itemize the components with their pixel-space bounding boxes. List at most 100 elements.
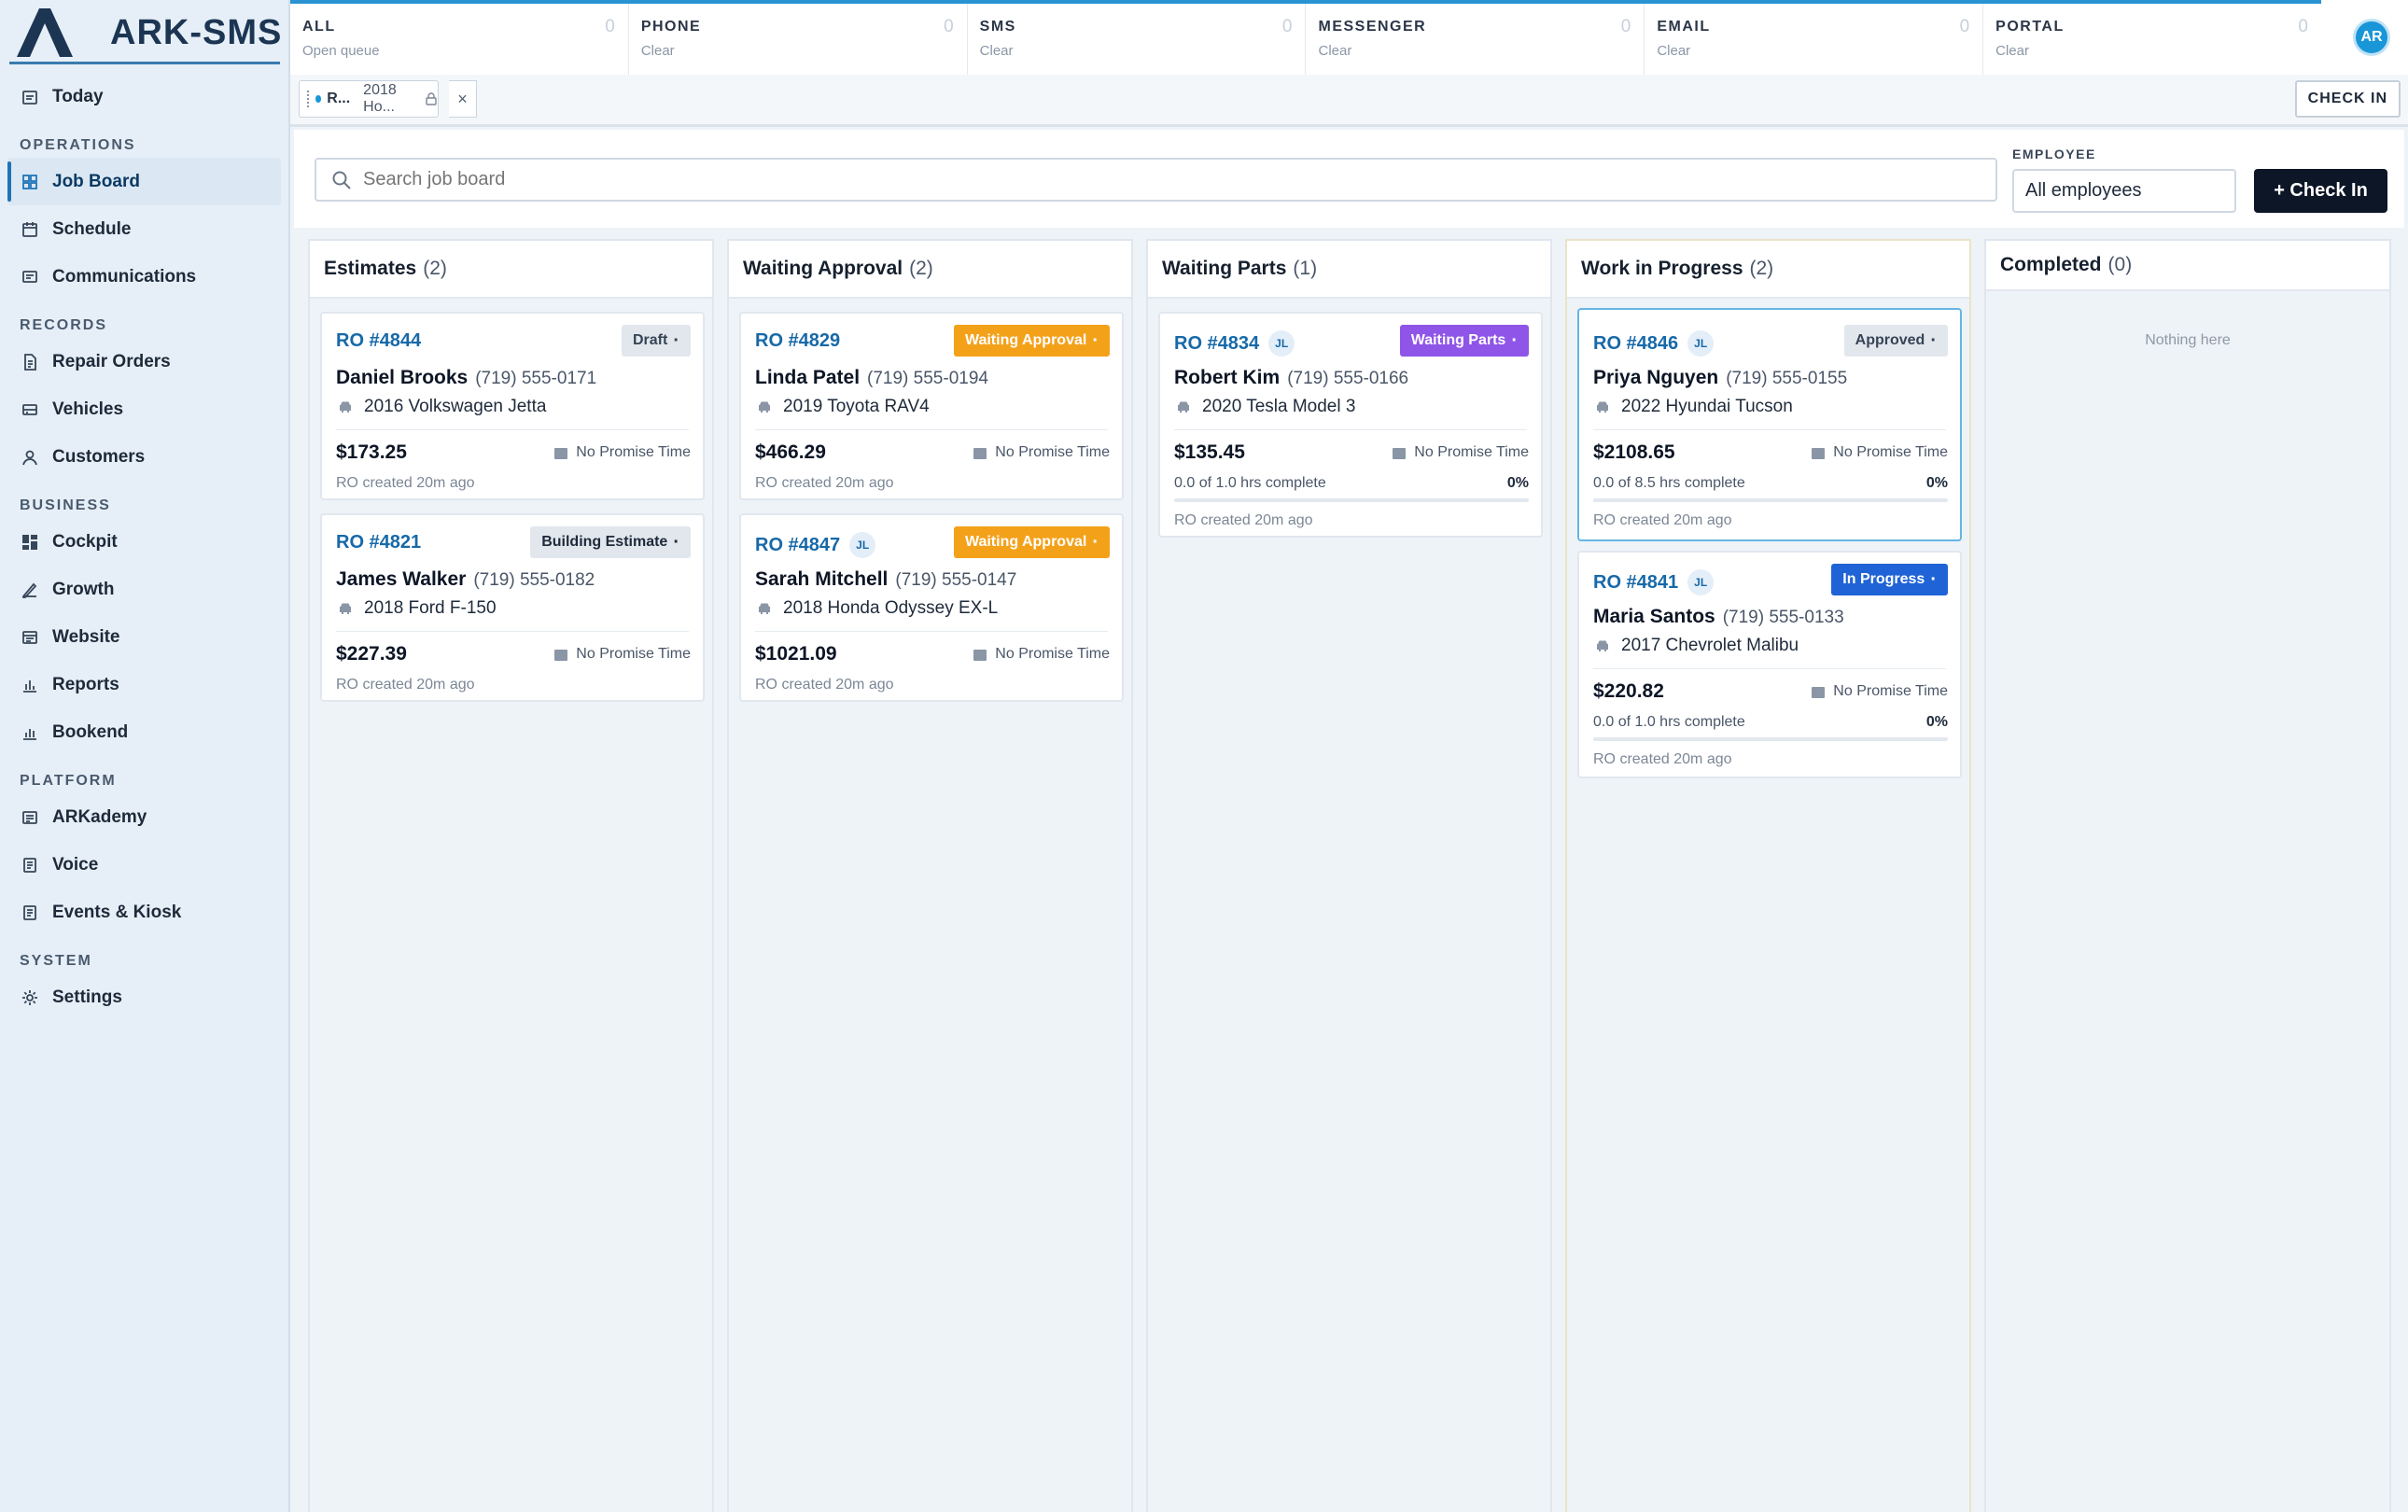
- progress-bar: [1174, 498, 1529, 502]
- calendar-icon: [554, 448, 568, 459]
- channel-messenger[interactable]: MESSENGER Clear 0: [1306, 4, 1645, 75]
- sidebar-item-customers[interactable]: Customers: [0, 433, 288, 481]
- technician-avatar[interactable]: JL: [849, 532, 876, 558]
- ro-number[interactable]: RO #4834 JL: [1174, 330, 1295, 357]
- check-in-tab-button[interactable]: CHECK IN: [2294, 80, 2401, 118]
- promise-time[interactable]: No Promise Time: [973, 444, 1110, 461]
- promise-time[interactable]: No Promise Time: [553, 646, 691, 663]
- sidebar-item-growth[interactable]: Growth: [0, 566, 288, 613]
- sidebar-item-communications[interactable]: Communications: [0, 253, 288, 301]
- channel-all[interactable]: ALL Open queue 0: [290, 4, 629, 75]
- column-completed: Completed (0) Nothing here: [1984, 239, 2391, 1512]
- sidebar: ARK-SMS Today OPERATIONS Job Board Sched…: [0, 0, 290, 1512]
- search-box: [315, 158, 1997, 202]
- customer-phone: (719) 555-0166: [1287, 369, 1409, 388]
- calendar-icon: [1393, 448, 1407, 459]
- sidebar-item-settings[interactable]: Settings: [0, 973, 288, 1021]
- status-badge[interactable]: Waiting Approval: [953, 325, 1110, 357]
- sidebar-item-bookend[interactable]: Bookend: [0, 708, 288, 756]
- lock-icon[interactable]: [425, 92, 438, 105]
- status-badge[interactable]: Approved: [1843, 325, 1948, 357]
- sidebar-item-schedule[interactable]: Schedule: [0, 205, 288, 253]
- status-badge[interactable]: In Progress: [1831, 564, 1948, 595]
- search-icon: [332, 171, 351, 189]
- progress-bar: [1593, 498, 1948, 502]
- sidebar-item-vehicles[interactable]: Vehicles: [0, 385, 288, 433]
- ro-number[interactable]: RO #4829: [755, 330, 840, 352]
- ro-card-4821[interactable]: RO #4821 Building Estimate James Walker (…: [320, 513, 705, 702]
- ro-card-4846[interactable]: RO #4846 JL Approved Priya Nguyen (719) 55…: [1577, 308, 1962, 541]
- check-in-button[interactable]: + Check In: [2254, 169, 2387, 213]
- promise-time[interactable]: No Promise Time: [553, 444, 691, 461]
- ro-number[interactable]: RO #4846 JL: [1593, 330, 1715, 357]
- channel-name: SMS: [979, 19, 1016, 35]
- channel-name: PORTAL: [1995, 19, 2065, 35]
- technician-avatar[interactable]: JL: [1687, 569, 1715, 595]
- sidebar-item-voice[interactable]: Voice: [0, 841, 288, 889]
- ro-number[interactable]: RO #4847 JL: [755, 532, 876, 558]
- sidebar-nav: Today OPERATIONS Job Board Schedule Comm…: [0, 65, 288, 1021]
- status-badge[interactable]: Draft: [621, 325, 691, 357]
- channel-portal[interactable]: PORTAL Clear 0: [1983, 4, 2321, 75]
- sidebar-item-arkademy[interactable]: ARKademy: [0, 793, 288, 841]
- ro-card-4834[interactable]: RO #4834 JL Waiting Parts Robert Kim (719)…: [1158, 312, 1543, 538]
- close-icon[interactable]: ×: [449, 80, 477, 118]
- technician-avatar[interactable]: JL: [1268, 330, 1295, 357]
- sidebar-item-cockpit[interactable]: Cockpit: [0, 518, 288, 566]
- channel-name: EMAIL: [1657, 19, 1711, 35]
- customer-info: Robert Kim (719) 555-0166: [1174, 367, 1408, 389]
- ro-card-4847[interactable]: RO #4847 JL Waiting Approval Sarah Mitche…: [739, 513, 1124, 702]
- status-dot: [315, 95, 322, 103]
- promise-time[interactable]: No Promise Time: [1811, 683, 1948, 700]
- customer-info: Priya Nguyen (719) 555-0155: [1593, 367, 1847, 389]
- promise-time[interactable]: No Promise Time: [1392, 444, 1529, 461]
- vehicle-info: 2016 Volkswagen Jetta: [336, 397, 546, 417]
- gear-icon: [21, 988, 39, 1007]
- column-header: Waiting Approval (2): [729, 241, 1131, 299]
- channel-email[interactable]: EMAIL Clear 0: [1645, 4, 1984, 75]
- technician-avatar[interactable]: JL: [1687, 330, 1715, 357]
- promise-label: No Promise Time: [995, 646, 1110, 662]
- ro-number[interactable]: RO #4844: [336, 330, 421, 352]
- promise-time[interactable]: No Promise Time: [1811, 444, 1948, 461]
- sidebar-item-label: Cockpit: [52, 531, 118, 552]
- nav-section-operations: OPERATIONS: [20, 137, 136, 153]
- channel-sms[interactable]: SMS Clear 0: [968, 4, 1307, 75]
- sidebar-item-website[interactable]: Website: [0, 613, 288, 661]
- search-input[interactable]: [363, 169, 1950, 190]
- sidebar-item-job-board[interactable]: Job Board: [7, 158, 281, 205]
- sidebar-item-label: Schedule: [52, 218, 132, 239]
- sidebar-item-repair-orders[interactable]: Repair Orders: [0, 338, 288, 385]
- ro-number[interactable]: RO #4821: [336, 532, 421, 553]
- promise-time[interactable]: No Promise Time: [973, 646, 1110, 663]
- brand-logo[interactable]: ARK-SMS: [17, 6, 282, 60]
- employee-select[interactable]: All employees: [2012, 169, 2236, 213]
- channel-phone[interactable]: PHONE Clear 0: [629, 4, 968, 75]
- drag-handle-icon[interactable]: [307, 91, 310, 107]
- ro-card-4829[interactable]: RO #4829 Waiting Approval Linda Patel (71…: [739, 312, 1124, 500]
- dashboard-icon: [21, 533, 39, 552]
- vehicle-info: 2018 Ford F-150: [336, 598, 497, 619]
- sidebar-item-label: Voice: [52, 854, 99, 875]
- browser-icon: [21, 628, 39, 647]
- card-divider: [755, 429, 1108, 430]
- sidebar-item-reports[interactable]: Reports: [0, 661, 288, 708]
- open-tab-repair-order[interactable]: R... 2018 Ho...: [299, 80, 439, 118]
- customer-phone: (719) 555-0171: [475, 369, 597, 388]
- ro-card-4841[interactable]: RO #4841 JL In Progress Maria Santos (719)…: [1577, 551, 1962, 778]
- created-time: RO created 20m ago: [336, 475, 475, 491]
- status-badge[interactable]: Waiting Parts: [1399, 325, 1529, 357]
- ark-logo-icon: [17, 8, 73, 57]
- phone-icon: [21, 856, 39, 875]
- sidebar-item-events-kiosk[interactable]: Events & Kiosk: [0, 889, 288, 936]
- ro-card-4844[interactable]: RO #4844 Draft Daniel Brooks (719) 555-01…: [320, 312, 705, 500]
- column-header: Estimates (2): [310, 241, 712, 299]
- ro-number[interactable]: RO #4841 JL: [1593, 569, 1715, 595]
- ro-number-text: RO #4834: [1174, 332, 1260, 354]
- car-icon: [340, 401, 351, 413]
- avatar[interactable]: AR: [2353, 19, 2390, 56]
- sidebar-item-today[interactable]: Today: [0, 73, 288, 120]
- card-divider: [336, 631, 689, 632]
- status-badge[interactable]: Waiting Approval: [953, 526, 1110, 558]
- status-badge[interactable]: Building Estimate: [530, 526, 691, 558]
